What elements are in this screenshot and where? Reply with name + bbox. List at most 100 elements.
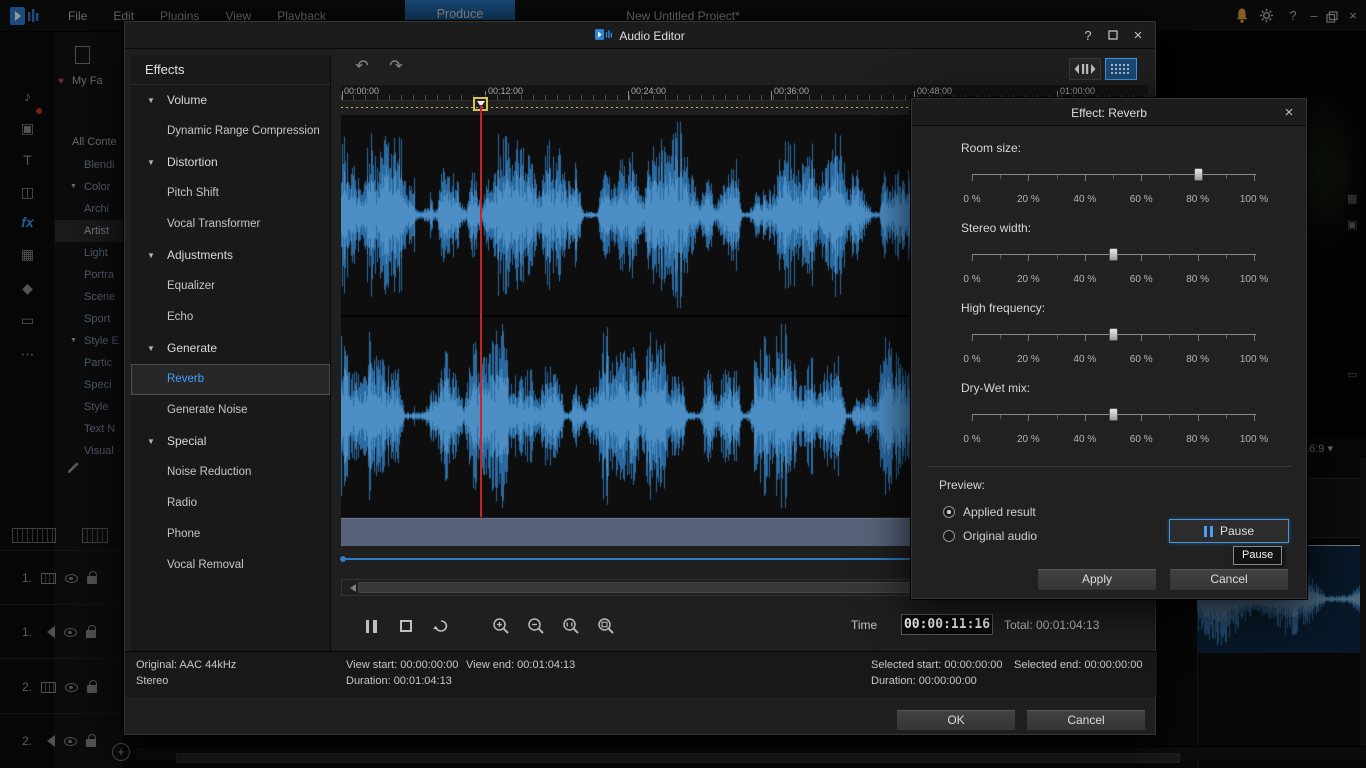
ok-button[interactable]: OK	[896, 709, 1016, 731]
cancel-button[interactable]: Cancel	[1026, 709, 1146, 731]
reverb-close-button[interactable]: ×	[1280, 104, 1298, 122]
info-strip: Original: AAC 44kHz Stereo View start: 0…	[125, 651, 1157, 697]
slider-scale-label: 20 %	[1017, 354, 1040, 365]
zoom-in-button[interactable]	[487, 613, 515, 639]
effect-item-equalizer[interactable]: Equalizer	[131, 271, 330, 302]
effect-item-adjustments[interactable]: ▼Adjustments	[131, 240, 330, 271]
preview-option-original-audio[interactable]: Original audio	[943, 524, 1037, 548]
redo-button[interactable]: ↷	[383, 57, 409, 79]
slider-tick-mark	[1028, 415, 1029, 421]
effect-item-label: Generate	[167, 341, 217, 355]
zoom-fit-button[interactable]	[592, 613, 620, 639]
dialog-title: Audio Editor	[619, 29, 684, 43]
slider-handle[interactable]	[1194, 168, 1203, 181]
dialog-close-button[interactable]: ×	[1129, 27, 1147, 45]
effect-item-special[interactable]: ▼Special	[131, 426, 330, 457]
slider-scale-label: 60 %	[1130, 434, 1153, 445]
effect-item-generate[interactable]: ▼Generate	[131, 333, 330, 364]
effect-item-echo[interactable]: Echo	[131, 302, 330, 333]
screen: FileEditPluginsViewPlayback Produce New …	[0, 0, 1366, 768]
effect-item-phone[interactable]: Phone	[131, 519, 330, 550]
slider-scale-label: 100 %	[1240, 354, 1268, 365]
effect-item-reverb[interactable]: Reverb	[131, 364, 330, 395]
radio-option-label: Original audio	[963, 529, 1037, 543]
slider-track[interactable]	[972, 328, 1256, 344]
pause-tooltip: Pause	[1233, 546, 1282, 565]
category-triangle-icon: ▼	[147, 85, 155, 116]
slider-tick-mark	[1254, 175, 1255, 181]
view-mode-envelope-button[interactable]	[1105, 58, 1137, 80]
effect-item-pitch-shift[interactable]: Pitch Shift	[131, 178, 330, 209]
dialog-logo-icon	[595, 28, 613, 44]
preview-option-applied-result[interactable]: Applied result	[943, 500, 1037, 524]
slider-tick-mark	[972, 175, 973, 181]
pause-icon	[1204, 526, 1213, 537]
view-mode-waveform-button[interactable]	[1069, 58, 1101, 80]
effect-item-dynamic-range-compression[interactable]: Dynamic Range Compression	[131, 116, 330, 147]
zoom-out-button[interactable]	[522, 613, 550, 639]
scroll-left-arrow[interactable]	[346, 584, 356, 592]
slider-group-stereo-width: Stereo width:0 %20 %40 %60 %80 %100 %	[911, 221, 1307, 297]
slider-handle[interactable]	[1109, 328, 1118, 341]
slider-scale-label: 80 %	[1186, 274, 1209, 285]
ruler-tick-label: 00:48:00	[917, 86, 952, 96]
ruler-tick-label: 00:36:00	[774, 86, 809, 96]
dialog-help-button[interactable]: ?	[1079, 27, 1097, 45]
effect-item-label: Special	[167, 434, 206, 448]
preview-pause-button[interactable]: Pause	[1169, 519, 1289, 543]
slider-scale-label: 80 %	[1186, 434, 1209, 445]
slider-group-dry-wet-mix: Dry-Wet mix:0 %20 %40 %60 %80 %100 %	[911, 381, 1307, 457]
effect-item-volume[interactable]: ▼Volume	[131, 85, 330, 116]
radio-circle-icon	[943, 530, 955, 542]
zoom-selection-button[interactable]	[557, 613, 585, 639]
playhead-line	[480, 105, 482, 517]
effect-item-label: Echo	[167, 311, 193, 323]
view-end-label: View end: 00:01:04:13	[466, 659, 575, 671]
preview-options: Applied result Original audio	[943, 500, 1037, 548]
effect-item-noise-reduction[interactable]: Noise Reduction	[131, 457, 330, 488]
pause-icon	[373, 620, 377, 633]
slider-tick-mark	[1169, 415, 1170, 419]
slider-track[interactable]	[972, 408, 1256, 424]
slider-handle[interactable]	[1109, 248, 1118, 261]
effect-item-vocal-removal[interactable]: Vocal Removal	[131, 550, 330, 581]
slider-tick-mark	[1198, 335, 1199, 341]
slider-scale-label: 40 %	[1073, 194, 1096, 205]
slider-tick-mark	[1226, 255, 1227, 259]
reverb-cancel-button[interactable]: Cancel	[1169, 568, 1289, 591]
slider-tick-mark	[972, 335, 973, 341]
slider-tick-mark	[1254, 415, 1255, 421]
slider-tick-mark	[1085, 415, 1086, 421]
selected-start-label: Selected start: 00:00:00:00	[871, 659, 1002, 671]
category-triangle-icon: ▼	[147, 240, 155, 271]
effect-item-vocal-transformer[interactable]: Vocal Transformer	[131, 209, 330, 240]
slider-label: Room size:	[961, 141, 1021, 155]
reverb-titlebar[interactable]: Effect: Reverb ×	[912, 99, 1306, 126]
slider-handle[interactable]	[1109, 408, 1118, 421]
category-triangle-icon: ▼	[147, 147, 155, 178]
slider-tick-mark	[1057, 255, 1058, 259]
ruler-major-tick	[771, 91, 772, 100]
dialog-titlebar[interactable]: Audio Editor ? ×	[125, 22, 1155, 49]
slider-scale-label: 60 %	[1130, 274, 1153, 285]
effect-item-generate-noise[interactable]: Generate Noise	[131, 395, 330, 426]
effect-item-radio[interactable]: Radio	[131, 488, 330, 519]
total-duration: Total: 00:01:04:13	[1004, 618, 1099, 632]
view-duration-label: Duration: 00:01:04:13	[346, 675, 452, 687]
stop-button[interactable]	[392, 613, 420, 639]
loop-button[interactable]	[427, 613, 455, 639]
dialog-maximize-button[interactable]	[1104, 27, 1122, 45]
time-display[interactable]: 00:00:11:16	[901, 614, 993, 635]
effect-item-label: Vocal Transformer	[167, 218, 260, 230]
slider-tick-mark	[1000, 335, 1001, 339]
effect-item-label: Pitch Shift	[167, 187, 219, 199]
original-format-label: Original: AAC 44kHz	[136, 659, 236, 671]
slider-scale-label: 60 %	[1130, 354, 1153, 365]
undo-button[interactable]: ↶	[349, 57, 375, 79]
apply-button[interactable]: Apply	[1037, 568, 1157, 591]
slider-track[interactable]	[972, 248, 1256, 264]
pause-button[interactable]	[357, 613, 385, 639]
slider-track[interactable]	[972, 168, 1256, 184]
effect-item-distortion[interactable]: ▼Distortion	[131, 147, 330, 178]
slider-scale-label: 20 %	[1017, 194, 1040, 205]
